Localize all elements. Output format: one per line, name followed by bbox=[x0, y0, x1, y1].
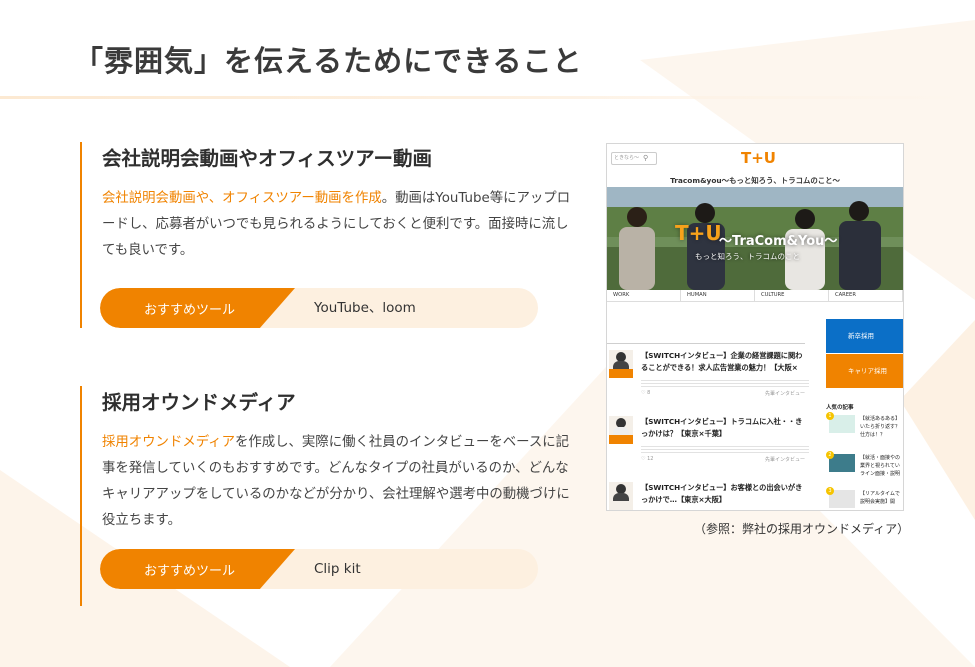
popular-article-title: 【就活・面接やの 業界と視られてい ライン面接・説明 bbox=[860, 455, 901, 477]
recommended-tool-value: YouTube、loom bbox=[314, 300, 416, 316]
article-item[interactable]: 【SWITCHインタビュー】トラコムに入社・・きっかけは？【東京×千葉】 ♡ 1… bbox=[607, 416, 812, 476]
section-owned-media: 採用オウンドメディア 採用オウンドメディアを作成し、実際に働く社員のインタビュー… bbox=[80, 386, 582, 606]
article-title: 【SWITCHインタビュー】お客様との出会いがきっかけで…【東京×大阪】 bbox=[641, 483, 803, 504]
article-item[interactable]: 【SWITCHインタビュー】企業の経営課題に関わることができる！求人広告営業の魅… bbox=[607, 350, 812, 410]
section-body: 会社説明会動画や、オフィスツアー動画を作成。動画はYouTube等にアップロード… bbox=[102, 186, 572, 264]
article-excerpt bbox=[641, 444, 809, 454]
new-grad-recruit-button[interactable]: 新卒採用 bbox=[826, 319, 903, 353]
recommended-tool-value: Clip kit bbox=[314, 561, 361, 577]
search-placeholder: ときなら〜 bbox=[614, 155, 640, 161]
search-box[interactable]: ときなら〜 ⚲ bbox=[611, 152, 657, 165]
article-likes: 12 bbox=[647, 456, 654, 462]
article-meta: ♡ 8 先輩インタビュー bbox=[641, 390, 805, 397]
site-logo[interactable]: T+U bbox=[741, 149, 776, 167]
nav-item-career[interactable]: CAREER bbox=[829, 290, 903, 301]
recommended-tool-bar: おすすめツール YouTube、loom bbox=[100, 288, 538, 328]
owned-media-screenshot: ときなら〜 ⚲ T+U Tracom&you〜もっと知ろう、トラコムのこと〜 T… bbox=[606, 143, 904, 511]
title-divider bbox=[0, 96, 975, 99]
rank-badge: 1 bbox=[826, 412, 834, 420]
nav-item-culture[interactable]: CULTURE bbox=[755, 290, 829, 301]
article-thumbnail bbox=[609, 350, 633, 378]
rank-badge: 2 bbox=[826, 451, 834, 459]
popular-article[interactable]: 2 【就活・面接やの 業界と視られてい ライン面接・説明 bbox=[826, 451, 903, 482]
hero-brand: 〜TraCom&You〜 bbox=[719, 234, 838, 249]
nav-item-work[interactable]: WORK bbox=[607, 290, 681, 301]
article-category: 先輩インタビュー bbox=[764, 391, 805, 397]
screenshot-caption: （参照：弊社の採用オウンドメディア） bbox=[694, 522, 910, 536]
recommended-tool-label: おすすめツール bbox=[100, 288, 295, 328]
hero-photo: T+U 〜TraCom&You〜 もっと知ろう、トラコムのこと bbox=[607, 187, 903, 290]
body-text: 。動画はYouTube等に bbox=[381, 191, 517, 206]
article-category: 先輩インタビュー bbox=[764, 457, 805, 463]
article-item[interactable]: 【SWITCHインタビュー】お客様との出会いがきっかけで…【東京×大阪】 bbox=[607, 482, 812, 510]
content-divider bbox=[607, 343, 805, 344]
site-tagline: Tracom&you〜もっと知ろう、トラコムのこと〜 bbox=[670, 176, 840, 185]
popular-article-title: 【リアルタイムで 説明会実施】開 bbox=[860, 491, 900, 505]
section-heading: 会社説明会動画やオフィスツアー動画 bbox=[102, 147, 432, 170]
article-thumbnail bbox=[609, 416, 633, 444]
popular-article[interactable]: 3 【リアルタイムで 説明会実施】開 bbox=[826, 487, 903, 510]
rank-badge: 3 bbox=[826, 487, 834, 495]
section-heading: 採用オウンドメディア bbox=[102, 391, 296, 414]
recommended-tool-label: おすすめツール bbox=[100, 549, 295, 589]
hero-subtitle: もっと知ろう、トラコムのこと bbox=[695, 252, 800, 261]
page-title: 「雰囲気」を伝えるためにできること bbox=[74, 44, 583, 78]
article-likes: 8 bbox=[647, 390, 651, 396]
magnifier-icon: ⚲ bbox=[643, 154, 649, 162]
popular-article-title: 【就活あるある】 いたら折り返す？ 仕方は！？ bbox=[860, 416, 901, 438]
career-recruit-button[interactable]: キャリア採用 bbox=[826, 354, 903, 388]
nav-item-human[interactable]: HUMAN bbox=[681, 290, 755, 301]
article-title: 【SWITCHインタビュー】企業の経営課題に関わることができる！求人広告営業の魅… bbox=[641, 351, 803, 372]
highlight-text: 会社説明会動画や、オフィスツアー動画を作成 bbox=[102, 191, 382, 206]
article-title: 【SWITCHインタビュー】トラコムに入社・・きっかけは？【東京×千葉】 bbox=[641, 417, 803, 438]
popular-articles-title: 人気の記事 bbox=[826, 405, 854, 411]
article-excerpt bbox=[641, 378, 809, 388]
article-meta: ♡ 12 先輩インタビュー bbox=[641, 456, 805, 463]
section-video: 会社説明会動画やオフィスツアー動画 会社説明会動画や、オフィスツアー動画を作成。… bbox=[80, 142, 582, 328]
highlight-text: 採用オウンドメディア bbox=[102, 435, 235, 450]
recommended-tool-bar: おすすめツール Clip kit bbox=[100, 549, 538, 589]
section-body: 採用オウンドメディアを作成し、実際に働く社員のインタビューをベースに記事を発信し… bbox=[102, 430, 572, 534]
article-thumbnail bbox=[609, 482, 633, 510]
popular-article[interactable]: 1 【就活あるある】 いたら折り返す？ 仕方は！？ bbox=[826, 412, 903, 443]
hero-logo: T+U bbox=[675, 221, 722, 245]
site-nav: WORK HUMAN CULTURE CAREER bbox=[607, 290, 903, 302]
